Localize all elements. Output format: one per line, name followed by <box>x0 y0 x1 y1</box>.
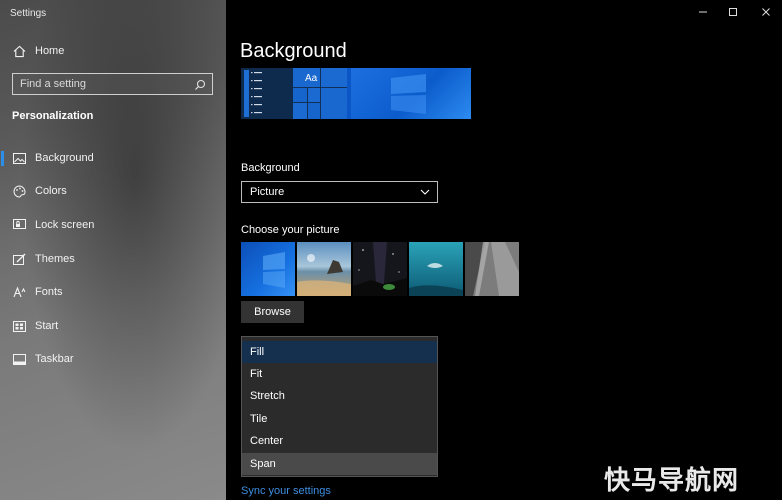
sidebar-item-label: Start <box>35 320 59 332</box>
font-icon <box>12 285 26 299</box>
sync-settings-link[interactable]: Sync your settings <box>241 485 331 497</box>
fit-option-stretch[interactable]: Stretch <box>242 385 437 407</box>
sidebar-item-label: Home <box>35 45 65 57</box>
page-title: Background <box>240 40 347 62</box>
taskbar-icon <box>12 352 26 366</box>
preview-desktop <box>351 68 471 119</box>
search-icon[interactable] <box>194 78 206 90</box>
sidebar-item-label: Colors <box>35 185 67 197</box>
svg-text:Aa: Aa <box>305 73 318 84</box>
fit-option-fill[interactable]: Fill <box>242 341 437 363</box>
palette-icon <box>12 184 26 198</box>
picture-thumbnail-rock[interactable] <box>465 242 519 296</box>
picture-thumbnail-windows[interactable] <box>241 242 295 296</box>
sidebar-item-lock-screen[interactable]: Lock screen <box>0 210 226 240</box>
browse-button[interactable]: Browse <box>241 301 304 323</box>
fit-option-center[interactable]: Center <box>242 430 437 452</box>
sidebar-item-themes[interactable]: Themes <box>0 244 226 274</box>
close-button[interactable] <box>756 4 776 20</box>
sidebar-item-colors[interactable]: Colors <box>0 176 226 206</box>
sidebar-item-background[interactable]: Background <box>0 143 226 173</box>
app-title: Settings <box>10 8 47 19</box>
dropdown-value: Picture <box>250 186 285 198</box>
search-input[interactable] <box>20 78 190 90</box>
section-heading: Personalization <box>12 110 94 122</box>
picture-thumbnail-beach[interactable] <box>297 242 351 296</box>
brush-icon <box>12 252 26 266</box>
picture-thumbnail-underwater[interactable] <box>409 242 463 296</box>
fit-dropdown-menu[interactable]: Fill Fit Stretch Tile Center Span <box>241 336 438 477</box>
sidebar-item-home[interactable]: Home <box>0 36 226 66</box>
fit-option-tile[interactable]: Tile <box>242 408 437 430</box>
main-panel: Background Aa Background Picture Choose … <box>226 0 782 500</box>
preview-start-menu <box>241 68 293 119</box>
picture-thumbnail-night-sky[interactable] <box>353 242 407 296</box>
search-box[interactable] <box>12 73 213 95</box>
maximize-button[interactable] <box>723 4 743 20</box>
background-label: Background <box>241 162 300 174</box>
start-icon <box>12 319 26 333</box>
lock-screen-icon <box>12 218 26 232</box>
minimize-button[interactable] <box>693 4 713 20</box>
choose-picture-label: Choose your picture <box>241 224 340 236</box>
fit-option-fit[interactable]: Fit <box>242 363 437 385</box>
home-icon <box>12 44 26 58</box>
sidebar-item-label: Lock screen <box>35 219 95 231</box>
sidebar-item-label: Themes <box>35 253 75 265</box>
fit-option-span[interactable]: Span <box>242 453 437 475</box>
background-type-dropdown[interactable]: Picture <box>241 181 438 203</box>
sidebar-item-taskbar[interactable]: Taskbar <box>0 344 226 374</box>
watermark-text: 快马导航网 <box>604 466 740 496</box>
image-icon <box>12 151 26 165</box>
sidebar-item-label: Taskbar <box>35 353 74 365</box>
preview-tiles: Aa <box>293 68 347 119</box>
sidebar-item-label: Background <box>35 152 94 164</box>
sidebar-item-fonts[interactable]: Fonts <box>0 277 226 307</box>
sidebar-item-start[interactable]: Start <box>0 311 226 341</box>
background-preview: Aa <box>241 68 471 119</box>
sidebar: Settings Home Personalization Background… <box>0 0 226 500</box>
sidebar-item-label: Fonts <box>35 286 63 298</box>
chevron-down-icon <box>420 187 430 197</box>
